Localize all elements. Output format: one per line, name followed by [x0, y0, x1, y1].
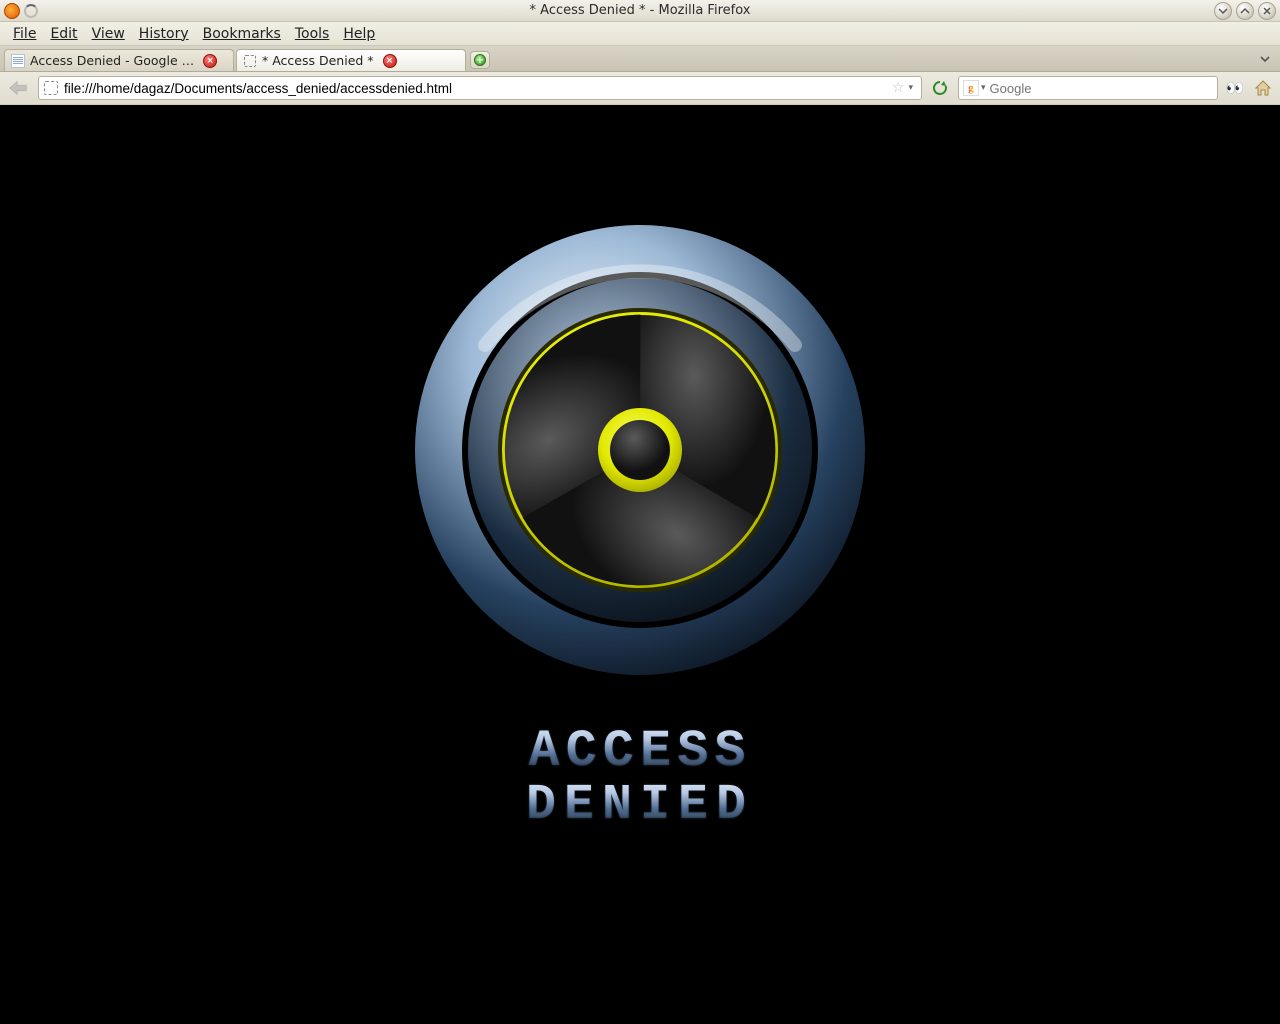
search-engine-dropdown[interactable]: ▾ [981, 83, 986, 93]
close-tab-button[interactable]: × [203, 54, 217, 68]
page-icon [43, 80, 59, 96]
tab-1[interactable]: Access Denied - Google … × [4, 49, 234, 71]
access-denied-poster: ACCESS DENIED [380, 215, 900, 832]
url-input[interactable] [64, 81, 888, 96]
url-bar[interactable]: ☆ ▾ [38, 76, 922, 100]
home-icon [1254, 79, 1272, 97]
menu-bookmarks[interactable]: Bookmarks [196, 24, 288, 44]
busy-icon [24, 4, 38, 18]
search-bar[interactable]: ▾ [958, 76, 1218, 100]
menu-help[interactable]: Help [336, 24, 382, 44]
chevron-up-icon [1240, 6, 1250, 16]
radiation-badge-icon [405, 215, 875, 685]
window-title: * Access Denied * - Mozilla Firefox [0, 3, 1280, 18]
close-window-button[interactable] [1258, 2, 1276, 20]
access-text-line1: ACCESS [526, 725, 754, 780]
firefox-icon [4, 3, 20, 19]
menubar: File Edit View History Bookmarks Tools H… [0, 22, 1280, 46]
url-dropdown-button[interactable]: ▾ [908, 83, 913, 93]
back-button[interactable] [6, 77, 32, 99]
binoculars-icon: 👀 [1226, 79, 1245, 97]
page-viewport: ACCESS DENIED [0, 105, 1280, 1024]
plus-icon: + [474, 54, 486, 66]
all-tabs-button[interactable] [1256, 50, 1274, 68]
maximize-button[interactable] [1236, 2, 1254, 20]
menu-history[interactable]: History [132, 24, 196, 44]
tab-label: * Access Denied * [262, 53, 374, 68]
window-titlebar: * Access Denied * - Mozilla Firefox [0, 0, 1280, 22]
document-icon [11, 54, 25, 68]
home-button[interactable] [1252, 78, 1274, 98]
new-tab-button[interactable]: + [470, 51, 490, 69]
bookmark-star-icon[interactable]: ☆ [892, 80, 905, 96]
menu-view[interactable]: View [85, 24, 132, 44]
back-arrow-icon [8, 80, 30, 96]
menu-tools[interactable]: Tools [288, 24, 337, 44]
google-icon [963, 80, 979, 96]
find-button[interactable]: 👀 [1224, 78, 1246, 98]
tabstrip: Access Denied - Google … × * Access Deni… [0, 46, 1280, 72]
reload-icon [932, 80, 948, 96]
tab-label: Access Denied - Google … [30, 53, 194, 68]
access-denied-text: ACCESS DENIED [526, 725, 754, 832]
page-icon [243, 54, 257, 68]
close-tab-button[interactable]: × [383, 54, 397, 68]
reload-button[interactable] [928, 77, 952, 99]
close-icon [1262, 6, 1272, 16]
navbar: ☆ ▾ ▾ 👀 [0, 72, 1280, 105]
minimize-button[interactable] [1214, 2, 1232, 20]
search-input[interactable] [990, 81, 1213, 96]
tab-2[interactable]: * Access Denied * × [236, 49, 466, 71]
menu-file[interactable]: File [6, 24, 43, 44]
chevron-down-icon [1218, 6, 1228, 16]
menu-edit[interactable]: Edit [43, 24, 84, 44]
chevron-down-icon [1259, 53, 1271, 65]
access-text-line2: DENIED [526, 780, 754, 833]
